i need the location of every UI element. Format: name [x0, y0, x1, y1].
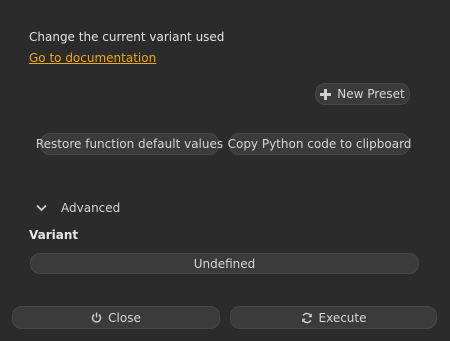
variant-select[interactable]: Undefined — [30, 253, 419, 274]
chevron-down-icon — [36, 204, 47, 212]
description-text: Change the current variant used — [29, 30, 225, 44]
execute-label: Execute — [318, 310, 367, 325]
close-button[interactable]: Close — [12, 306, 220, 329]
new-preset-label: New Preset — [337, 87, 405, 101]
restore-defaults-button[interactable]: Restore function default values — [36, 133, 223, 155]
restore-defaults-label: Restore function default values — [35, 137, 224, 151]
copy-python-button[interactable]: Copy Python code to clipboard — [227, 133, 412, 155]
refresh-icon — [301, 312, 313, 324]
execute-button[interactable]: Execute — [230, 306, 437, 329]
plus-icon — [320, 88, 332, 100]
advanced-label: Advanced — [61, 201, 121, 215]
documentation-link[interactable]: Go to documentation — [29, 51, 156, 65]
copy-python-label: Copy Python code to clipboard — [227, 137, 412, 151]
power-icon — [91, 312, 102, 323]
advanced-toggle[interactable]: Advanced — [36, 201, 120, 215]
variant-label: Variant — [29, 228, 79, 242]
new-preset-button[interactable]: New Preset — [315, 83, 410, 105]
variant-value: Undefined — [193, 256, 256, 271]
close-label: Close — [108, 310, 141, 325]
